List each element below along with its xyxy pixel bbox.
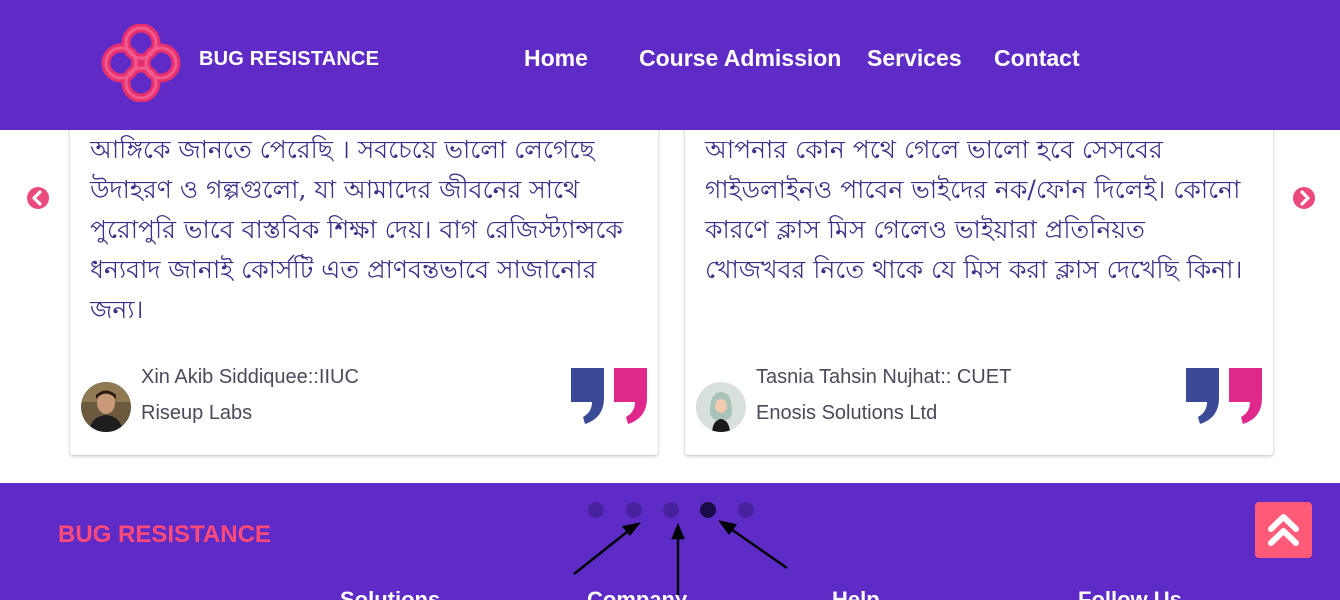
testimonial-text: আঙ্গিকে জানতে পেরেছি । সবচেয়ে ভালো লেগে… [90,135,623,324]
testimonial-carousel: আঙ্গিকে জানতে পেরেছি । সবচেয়ে ভালো লেগে… [0,130,1340,483]
quote-icon [1186,368,1264,426]
footer-column-solutions: Solutions [340,587,441,600]
nav-home[interactable]: Home [524,45,588,72]
chevron-left-circle-icon [32,190,42,206]
testimonial-card: আঙ্গিকে জানতে পেরেছি । সবচেয়ে ভালো লেগে… [70,130,658,455]
testimonial-text: আপনার কোন পথে গেলে ভালো হবে সেসবের গাইডল… [705,135,1243,284]
chevron-right-circle-icon [1300,190,1310,206]
site-header: BUG RESISTANCE Home Course Admission Ser… [0,0,1340,130]
author-company: Riseup Labs [141,402,253,424]
scroll-to-top-button[interactable] [1255,502,1312,558]
author-name: Xin Akib Siddiquee::IIUC [141,366,359,388]
annotation-arrows [573,520,788,600]
avatar [696,382,746,432]
brand-name[interactable]: BUG RESISTANCE [199,48,379,71]
carousel-prev-button[interactable] [27,187,49,209]
author-name: Tasnia Tahsin Nujhat:: CUET [756,366,1012,388]
quote-icon [571,368,649,426]
nav-contact[interactable]: Contact [994,45,1080,72]
avatar [81,382,131,432]
nav-course-admission[interactable]: Course Admission [639,45,841,72]
double-chevron-up-icon [1268,514,1299,546]
nav-services[interactable]: Services [867,45,962,72]
author-company: Enosis Solutions Ltd [756,402,938,424]
footer-column-help: Help [832,587,880,600]
site-footer: BUG RESISTANCE Solutions Company Help Fo… [0,483,1340,600]
testimonial-card: আপনার কোন পথে গেলে ভালো হবে সেসবের গাইডল… [685,130,1273,455]
footer-column-company: Company [587,587,688,600]
footer-column-follow-us: Follow Us [1078,587,1182,600]
carousel-next-button[interactable] [1293,187,1315,209]
clover-knot-logo[interactable] [100,23,182,103]
